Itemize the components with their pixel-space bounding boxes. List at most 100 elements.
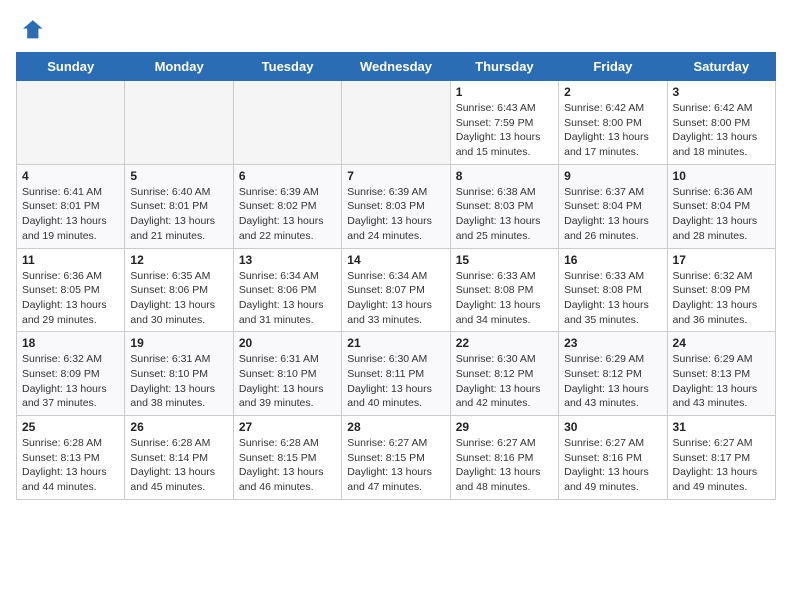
- calendar-cell: 2 Sunrise: 6:42 AMSunset: 8:00 PMDaylight…: [559, 81, 667, 165]
- day-number: 19: [130, 336, 227, 350]
- day-info: Sunrise: 6:30 AMSunset: 8:11 PMDaylight:…: [347, 352, 444, 411]
- day-number: 1: [456, 85, 553, 99]
- calendar-cell: 28 Sunrise: 6:27 AMSunset: 8:15 PMDayligh…: [342, 416, 450, 500]
- day-number: 20: [239, 336, 336, 350]
- logo-icon: [16, 16, 44, 44]
- logo: [16, 16, 48, 44]
- calendar-cell: 3 Sunrise: 6:42 AMSunset: 8:00 PMDaylight…: [667, 81, 775, 165]
- day-info: Sunrise: 6:38 AMSunset: 8:03 PMDaylight:…: [456, 185, 553, 244]
- day-number: 5: [130, 169, 227, 183]
- day-info: Sunrise: 6:40 AMSunset: 8:01 PMDaylight:…: [130, 185, 227, 244]
- calendar-cell: 12 Sunrise: 6:35 AMSunset: 8:06 PMDayligh…: [125, 248, 233, 332]
- day-info: Sunrise: 6:42 AMSunset: 8:00 PMDaylight:…: [673, 101, 770, 160]
- day-info: Sunrise: 6:33 AMSunset: 8:08 PMDaylight:…: [564, 269, 661, 328]
- calendar-cell: 27 Sunrise: 6:28 AMSunset: 8:15 PMDayligh…: [233, 416, 341, 500]
- day-info: Sunrise: 6:29 AMSunset: 8:12 PMDaylight:…: [564, 352, 661, 411]
- day-info: Sunrise: 6:34 AMSunset: 8:06 PMDaylight:…: [239, 269, 336, 328]
- day-info: Sunrise: 6:28 AMSunset: 8:15 PMDaylight:…: [239, 436, 336, 495]
- day-number: 25: [22, 420, 119, 434]
- day-info: Sunrise: 6:31 AMSunset: 8:10 PMDaylight:…: [130, 352, 227, 411]
- calendar-cell: 15 Sunrise: 6:33 AMSunset: 8:08 PMDayligh…: [450, 248, 558, 332]
- day-number: 9: [564, 169, 661, 183]
- day-number: 27: [239, 420, 336, 434]
- calendar-cell: [17, 81, 125, 165]
- calendar-cell: 10 Sunrise: 6:36 AMSunset: 8:04 PMDayligh…: [667, 164, 775, 248]
- day-number: 2: [564, 85, 661, 99]
- calendar-cell: 1 Sunrise: 6:43 AMSunset: 7:59 PMDaylight…: [450, 81, 558, 165]
- calendar-cell: 26 Sunrise: 6:28 AMSunset: 8:14 PMDayligh…: [125, 416, 233, 500]
- day-number: 13: [239, 253, 336, 267]
- calendar-cell: 21 Sunrise: 6:30 AMSunset: 8:11 PMDayligh…: [342, 332, 450, 416]
- day-info: Sunrise: 6:37 AMSunset: 8:04 PMDaylight:…: [564, 185, 661, 244]
- day-info: Sunrise: 6:28 AMSunset: 8:14 PMDaylight:…: [130, 436, 227, 495]
- day-number: 16: [564, 253, 661, 267]
- day-number: 4: [22, 169, 119, 183]
- day-info: Sunrise: 6:28 AMSunset: 8:13 PMDaylight:…: [22, 436, 119, 495]
- day-number: 11: [22, 253, 119, 267]
- day-number: 22: [456, 336, 553, 350]
- day-info: Sunrise: 6:39 AMSunset: 8:02 PMDaylight:…: [239, 185, 336, 244]
- day-info: Sunrise: 6:36 AMSunset: 8:04 PMDaylight:…: [673, 185, 770, 244]
- calendar-cell: 18 Sunrise: 6:32 AMSunset: 8:09 PMDayligh…: [17, 332, 125, 416]
- calendar-cell: 4 Sunrise: 6:41 AMSunset: 8:01 PMDaylight…: [17, 164, 125, 248]
- calendar-cell: 5 Sunrise: 6:40 AMSunset: 8:01 PMDaylight…: [125, 164, 233, 248]
- day-info: Sunrise: 6:34 AMSunset: 8:07 PMDaylight:…: [347, 269, 444, 328]
- day-info: Sunrise: 6:41 AMSunset: 8:01 PMDaylight:…: [22, 185, 119, 244]
- calendar-cell: 13 Sunrise: 6:34 AMSunset: 8:06 PMDayligh…: [233, 248, 341, 332]
- day-number: 26: [130, 420, 227, 434]
- calendar-cell: [125, 81, 233, 165]
- weekday-header-sunday: Sunday: [17, 53, 125, 81]
- day-number: 21: [347, 336, 444, 350]
- day-number: 28: [347, 420, 444, 434]
- day-info: Sunrise: 6:35 AMSunset: 8:06 PMDaylight:…: [130, 269, 227, 328]
- day-info: Sunrise: 6:32 AMSunset: 8:09 PMDaylight:…: [673, 269, 770, 328]
- weekday-header-wednesday: Wednesday: [342, 53, 450, 81]
- calendar-cell: 17Sunrise: 6:32 AMSunset: 8:09 PMDayligh…: [667, 248, 775, 332]
- day-info: Sunrise: 6:29 AMSunset: 8:13 PMDaylight:…: [673, 352, 770, 411]
- weekday-header-saturday: Saturday: [667, 53, 775, 81]
- calendar-cell: [233, 81, 341, 165]
- calendar-cell: 11 Sunrise: 6:36 AMSunset: 8:05 PMDayligh…: [17, 248, 125, 332]
- day-info: Sunrise: 6:27 AMSunset: 8:17 PMDaylight:…: [673, 436, 770, 495]
- day-number: 3: [673, 85, 770, 99]
- calendar-cell: 16 Sunrise: 6:33 AMSunset: 8:08 PMDayligh…: [559, 248, 667, 332]
- day-info: Sunrise: 6:27 AMSunset: 8:16 PMDaylight:…: [456, 436, 553, 495]
- calendar-cell: 20 Sunrise: 6:31 AMSunset: 8:10 PMDayligh…: [233, 332, 341, 416]
- day-info: Sunrise: 6:42 AMSunset: 8:00 PMDaylight:…: [564, 101, 661, 160]
- day-number: 6: [239, 169, 336, 183]
- header: [16, 16, 776, 44]
- day-info: Sunrise: 6:33 AMSunset: 8:08 PMDaylight:…: [456, 269, 553, 328]
- calendar-cell: 25 Sunrise: 6:28 AMSunset: 8:13 PMDayligh…: [17, 416, 125, 500]
- calendar-table: SundayMondayTuesdayWednesdayThursdayFrid…: [16, 52, 776, 500]
- calendar-cell: 8 Sunrise: 6:38 AMSunset: 8:03 PMDaylight…: [450, 164, 558, 248]
- calendar-cell: 7 Sunrise: 6:39 AMSunset: 8:03 PMDaylight…: [342, 164, 450, 248]
- calendar-cell: 29 Sunrise: 6:27 AMSunset: 8:16 PMDayligh…: [450, 416, 558, 500]
- day-number: 8: [456, 169, 553, 183]
- day-info: Sunrise: 6:31 AMSunset: 8:10 PMDaylight:…: [239, 352, 336, 411]
- calendar-cell: 31 Sunrise: 6:27 AMSunset: 8:17 PMDayligh…: [667, 416, 775, 500]
- day-info: Sunrise: 6:30 AMSunset: 8:12 PMDaylight:…: [456, 352, 553, 411]
- day-info: Sunrise: 6:36 AMSunset: 8:05 PMDaylight:…: [22, 269, 119, 328]
- day-number: 24: [673, 336, 770, 350]
- calendar-cell: 24 Sunrise: 6:29 AMSunset: 8:13 PMDayligh…: [667, 332, 775, 416]
- calendar-cell: 23Sunrise: 6:29 AMSunset: 8:12 PMDayligh…: [559, 332, 667, 416]
- day-number: 18: [22, 336, 119, 350]
- day-number: 14: [347, 253, 444, 267]
- day-number: 10: [673, 169, 770, 183]
- day-number: 15: [456, 253, 553, 267]
- day-info: Sunrise: 6:27 AMSunset: 8:15 PMDaylight:…: [347, 436, 444, 495]
- day-info: Sunrise: 6:43 AMSunset: 7:59 PMDaylight:…: [456, 101, 553, 160]
- calendar-cell: 19 Sunrise: 6:31 AMSunset: 8:10 PMDayligh…: [125, 332, 233, 416]
- day-number: 12: [130, 253, 227, 267]
- calendar-cell: 14 Sunrise: 6:34 AMSunset: 8:07 PMDayligh…: [342, 248, 450, 332]
- weekday-header-tuesday: Tuesday: [233, 53, 341, 81]
- day-info: Sunrise: 6:27 AMSunset: 8:16 PMDaylight:…: [564, 436, 661, 495]
- weekday-header-thursday: Thursday: [450, 53, 558, 81]
- day-info: Sunrise: 6:39 AMSunset: 8:03 PMDaylight:…: [347, 185, 444, 244]
- day-number: 29: [456, 420, 553, 434]
- calendar-cell: 9 Sunrise: 6:37 AMSunset: 8:04 PMDaylight…: [559, 164, 667, 248]
- calendar-cell: 22 Sunrise: 6:30 AMSunset: 8:12 PMDayligh…: [450, 332, 558, 416]
- day-number: 7: [347, 169, 444, 183]
- day-info: Sunrise: 6:32 AMSunset: 8:09 PMDaylight:…: [22, 352, 119, 411]
- day-number: 31: [673, 420, 770, 434]
